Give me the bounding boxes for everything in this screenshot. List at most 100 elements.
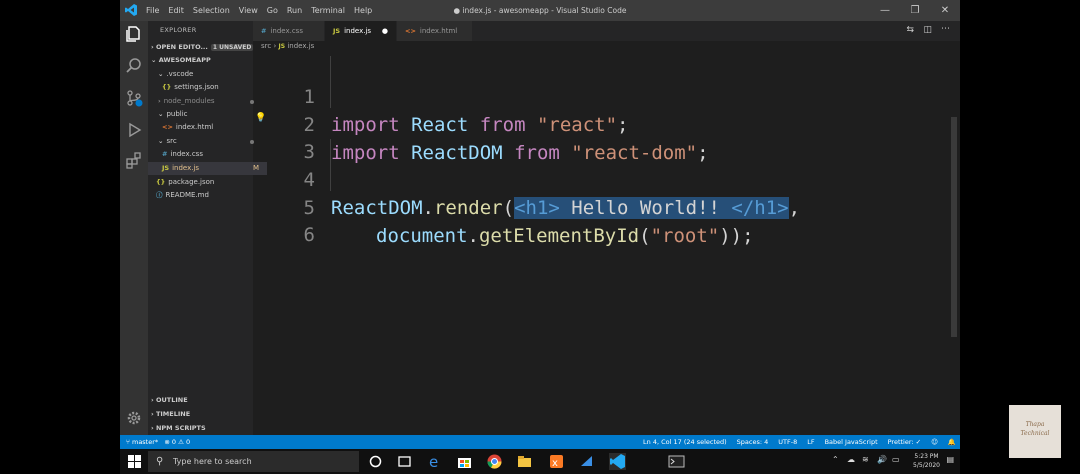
task-view-icon[interactable]	[396, 453, 413, 470]
bell-icon[interactable]: 🔔	[948, 435, 956, 449]
js-file-icon: JS	[162, 164, 170, 172]
tree-item-node-modules[interactable]: › node_modules	[148, 95, 263, 108]
code-token: "root"	[650, 225, 720, 247]
tab-index-html[interactable]: <> index.html	[397, 21, 472, 41]
source-control-icon[interactable]	[125, 89, 143, 107]
maximize-icon[interactable]: ❐	[900, 0, 930, 21]
terminal-icon[interactable]	[668, 453, 685, 470]
channel-watermark-logo: Thapa Technical	[1009, 405, 1061, 458]
explorer-title: EXPLORER	[160, 26, 197, 34]
cortana-icon[interactable]	[367, 453, 384, 470]
indentation[interactable]: Spaces: 4	[737, 435, 769, 449]
chevron-right-icon: ›	[158, 97, 161, 105]
encoding[interactable]: UTF-8	[778, 435, 797, 449]
project-header[interactable]: ⌄ AWESOMEAPP	[151, 56, 211, 64]
project-label: AWESOMEAPP	[158, 56, 211, 64]
js-file-icon: JS	[333, 27, 341, 35]
lightbulb-icon[interactable]: 💡	[255, 104, 266, 132]
compare-icon[interactable]: ⇆	[906, 25, 914, 35]
unsaved-dot-icon[interactable]: ●	[382, 21, 388, 41]
code-token: document	[376, 225, 468, 247]
chevron-down-icon: ⌄	[158, 70, 164, 78]
npm-scripts-header[interactable]: › NPM SCRIPTS	[151, 424, 206, 432]
js-file-icon: JS	[278, 43, 286, 50]
tree-item-readme[interactable]: ⓘ README.md	[148, 189, 261, 202]
status-bar: ⑂ master* ⊗ 0 ⚠ 0 Ln 4, Col 17 (24 selec…	[120, 435, 960, 449]
taskbar-search[interactable]: ⚲ Type here to search	[148, 451, 359, 472]
tree-item-index-html[interactable]: <> index.html	[148, 121, 267, 134]
explorer-sidebar: EXPLORER › OPEN EDITO... 1 UNSAVED ⌄ AWES…	[148, 21, 267, 435]
tab-index-js[interactable]: JS index.js ●	[325, 21, 396, 41]
title-bar: File Edit Selection View Go Run Terminal…	[120, 0, 960, 21]
tree-item-settings-json[interactable]: {} settings.json	[148, 81, 267, 94]
info-icon: ⓘ	[156, 191, 163, 199]
breadcrumb-separator: ›	[273, 42, 277, 50]
battery-icon[interactable]: ▭	[892, 455, 900, 464]
chevron-down-icon: ⌄	[158, 110, 164, 118]
tree-item-package-json[interactable]: {} package.json	[148, 176, 261, 189]
branch-name[interactable]: master*	[132, 438, 158, 446]
vscode-taskbar-icon[interactable]	[609, 453, 626, 470]
gear-icon[interactable]	[125, 409, 143, 427]
split-editor-icon[interactable]: ◫	[923, 25, 932, 35]
notifications-icon[interactable]: ▤	[946, 455, 954, 464]
git-branch-icon: ⑂	[126, 438, 130, 446]
breadcrumb-file[interactable]: index.js	[287, 42, 314, 50]
code-token: ));	[719, 225, 754, 247]
extensions-icon[interactable]	[125, 152, 143, 170]
end-of-line[interactable]: LF	[807, 435, 814, 449]
chrome-icon[interactable]	[486, 453, 503, 470]
vscode-window: File Edit Selection View Go Run Terminal…	[120, 0, 960, 474]
tree-item-vscode[interactable]: ⌄ .vscode	[148, 68, 263, 81]
tree-item-label: index.js	[172, 164, 200, 172]
code-token: getElementById	[478, 225, 640, 247]
open-editors-label: OPEN EDITO...	[155, 43, 208, 51]
edge-icon[interactable]: e	[427, 453, 444, 470]
open-editors-header[interactable]: › OPEN EDITO... 1 UNSAVED	[151, 43, 254, 51]
minimize-icon[interactable]: —	[870, 0, 900, 21]
taskbar-clock[interactable]: 5:23 PM 5/5/2020	[913, 452, 940, 470]
line-number: 6	[303, 224, 315, 246]
tree-item-label: node_modules	[163, 97, 215, 105]
tree-item-public[interactable]: ⌄ public	[148, 108, 263, 121]
code-line-6: 6	[253, 193, 950, 246]
prettier-status[interactable]: Prettier: ✓	[888, 435, 922, 449]
timeline-header[interactable]: › TIMELINE	[151, 410, 190, 418]
outline-header[interactable]: › OUTLINE	[151, 396, 188, 404]
tree-item-label: package.json	[168, 178, 215, 186]
search-icon[interactable]	[125, 57, 143, 75]
css-file-icon: #	[261, 27, 267, 35]
wifi-icon[interactable]: ≋	[862, 455, 869, 464]
tree-item-src[interactable]: ⌄ src	[148, 135, 263, 148]
cursor-position[interactable]: Ln 4, Col 17 (24 selected)	[643, 435, 727, 449]
language-mode[interactable]: Babel JavaScript	[825, 435, 878, 449]
activity-bar	[120, 21, 148, 435]
xampp-icon[interactable]: x	[548, 453, 565, 470]
tray-chevron-icon[interactable]: ⌃	[832, 455, 839, 464]
window-title: ● index.js - awesomeapp - Visual Studio …	[453, 6, 627, 15]
volume-icon[interactable]: 🔊	[877, 455, 887, 464]
feedback-icon[interactable]: ☺	[931, 435, 938, 449]
tree-item-index-js[interactable]: JS index.js M	[148, 162, 267, 175]
tree-item-index-css[interactable]: # index.css	[148, 148, 267, 161]
chevron-down-icon: ⌄	[158, 137, 164, 145]
tab-index-css[interactable]: # index.css	[253, 21, 324, 41]
file-explorer-icon[interactable]	[516, 453, 533, 470]
tree-item-label: src	[166, 137, 177, 145]
unsaved-badge: 1 UNSAVED	[210, 44, 254, 51]
search-icon: ⚲	[156, 456, 164, 467]
network-icon[interactable]: ☁	[847, 455, 855, 464]
more-actions-icon[interactable]: ⋯	[941, 24, 950, 34]
windows-start-icon[interactable]	[126, 453, 143, 470]
close-icon[interactable]: ✕	[930, 0, 960, 21]
problems-indicator[interactable]: ⊗ 0 ⚠ 0	[164, 438, 190, 446]
tab-label: index.js	[344, 27, 372, 35]
app-icon[interactable]	[578, 453, 595, 470]
explorer-icon[interactable]	[125, 25, 143, 43]
breadcrumb-folder[interactable]: src	[261, 42, 271, 50]
code-editor[interactable]: 1 import React from "react"; 2 import Re…	[253, 54, 950, 434]
run-debug-icon[interactable]	[125, 121, 143, 139]
scrollbar-thumb[interactable]	[951, 117, 957, 337]
html-file-icon: <>	[162, 123, 173, 131]
store-icon[interactable]	[456, 453, 473, 470]
